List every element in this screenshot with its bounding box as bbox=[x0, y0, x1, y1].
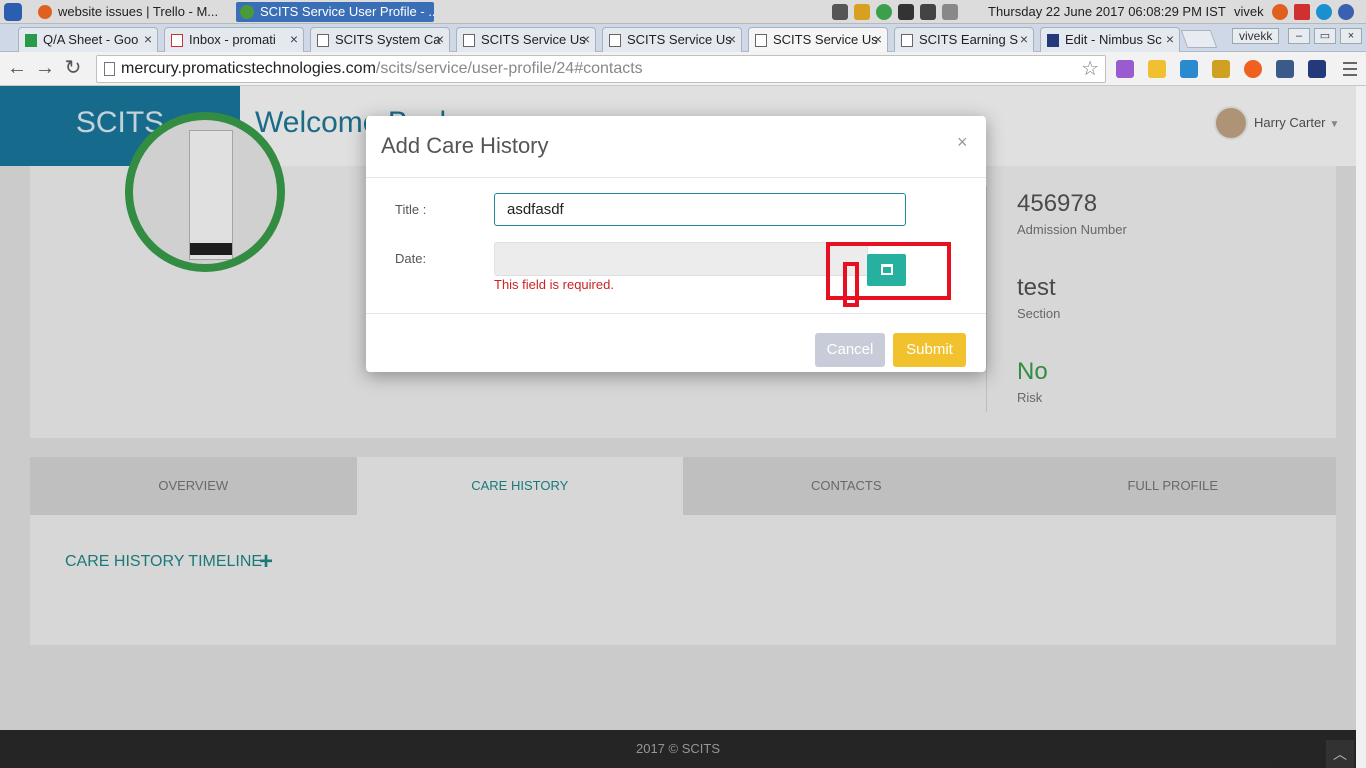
taskbar-item-label: SCITS Service User Profile - ... bbox=[260, 4, 434, 19]
browser-tab-label: SCITS System Ca bbox=[335, 32, 441, 47]
title-input[interactable] bbox=[494, 193, 906, 226]
browser-toolbar: ← → ↻ mercury.promaticstechnologies.com/… bbox=[0, 52, 1366, 86]
browser-tab-active[interactable]: SCITS Service Us × bbox=[748, 27, 888, 52]
browser-tab-strip: Q/A Sheet - Goo × Inbox - promati × SCIT… bbox=[0, 24, 1366, 52]
lifebuoy-extension-icon[interactable] bbox=[1244, 60, 1262, 78]
page-icon bbox=[104, 62, 115, 76]
browser-tab-label: SCITS Service Us bbox=[773, 32, 878, 47]
url-path: /scits/service/user-profile/24#contacts bbox=[375, 60, 643, 77]
os-top-panel: website issues | Trello - M... SCITS Ser… bbox=[0, 0, 1366, 24]
close-icon[interactable]: × bbox=[874, 31, 882, 47]
url-host: mercury.promaticstechnologies.com bbox=[121, 60, 376, 77]
tray-apps bbox=[1272, 4, 1354, 20]
app-launcher-icon[interactable] bbox=[4, 3, 22, 21]
viber-icon[interactable] bbox=[1338, 4, 1354, 20]
taskbar-item-trello[interactable]: website issues | Trello - M... bbox=[34, 2, 230, 22]
browser-tab[interactable]: SCITS System Ca × bbox=[310, 27, 450, 52]
system-tray bbox=[832, 4, 958, 20]
nimbus-icon bbox=[1047, 34, 1059, 47]
drive-icon[interactable] bbox=[942, 4, 958, 20]
browser-tab[interactable]: Inbox - promati × bbox=[164, 27, 304, 52]
firefox-icon bbox=[38, 5, 52, 19]
gmail-icon bbox=[171, 34, 183, 47]
browser-tab-label: Inbox - promati bbox=[189, 32, 276, 47]
gear-extension-icon[interactable] bbox=[1276, 60, 1294, 78]
notes-extension-icon[interactable] bbox=[1148, 60, 1166, 78]
scrollbar[interactable] bbox=[1356, 86, 1366, 768]
forward-icon[interactable]: → bbox=[34, 58, 56, 80]
modal-footer-divider bbox=[366, 313, 986, 314]
cancel-button[interactable]: Cancel bbox=[815, 333, 885, 367]
mail-icon[interactable] bbox=[920, 4, 936, 20]
page-icon bbox=[463, 34, 475, 47]
google-plus-icon[interactable] bbox=[1294, 4, 1310, 20]
page-icon bbox=[317, 34, 329, 47]
browser-tab[interactable]: SCITS Earning S × bbox=[894, 27, 1034, 52]
nimbus-extension-icon[interactable] bbox=[1308, 60, 1326, 78]
close-icon[interactable]: × bbox=[1020, 31, 1028, 47]
taskbar-item-label: website issues | Trello - M... bbox=[58, 4, 219, 19]
star-icon[interactable] bbox=[854, 4, 870, 20]
browser-profile-badge[interactable]: vivekk bbox=[1232, 28, 1280, 44]
close-icon[interactable]: × bbox=[1166, 31, 1174, 47]
modal-header: Add Care History × bbox=[366, 116, 986, 178]
close-icon[interactable]: × bbox=[728, 31, 736, 47]
close-icon[interactable]: × bbox=[582, 31, 590, 47]
date-label: Date: bbox=[395, 251, 427, 266]
title-label: Title : bbox=[395, 202, 427, 217]
skype-icon[interactable] bbox=[1316, 4, 1332, 20]
submit-button[interactable]: Submit bbox=[893, 333, 966, 367]
page-icon bbox=[755, 34, 767, 47]
browser-tab-label: SCITS Service Us bbox=[627, 32, 732, 47]
reload-icon[interactable]: ↻ bbox=[62, 58, 84, 80]
close-icon[interactable]: × bbox=[436, 31, 444, 47]
browser-tab[interactable]: Edit - Nimbus Sc × bbox=[1040, 27, 1180, 52]
os-user-name[interactable]: vivek bbox=[1234, 0, 1264, 24]
bookmark-star-icon[interactable]: ☆ bbox=[1081, 56, 1099, 82]
minimize-icon[interactable]: – bbox=[1288, 28, 1310, 44]
browser-tab[interactable]: SCITS Service Us × bbox=[602, 27, 742, 52]
fi-extension-icon[interactable] bbox=[1180, 60, 1198, 78]
taskbar-item-scits[interactable]: SCITS Service User Profile - ... bbox=[236, 2, 434, 22]
date-input[interactable] bbox=[494, 242, 868, 276]
new-tab-button[interactable] bbox=[1180, 30, 1218, 48]
modal-title: Add Care History bbox=[381, 133, 549, 158]
page-icon bbox=[901, 34, 913, 47]
browser-tab-label: SCITS Earning S bbox=[919, 32, 1018, 47]
browser-tab-label: Edit - Nimbus Sc bbox=[1065, 32, 1162, 47]
browser-tab[interactable]: SCITS Service Us × bbox=[456, 27, 596, 52]
close-icon[interactable]: × bbox=[144, 31, 152, 47]
chrome-icon bbox=[240, 5, 254, 19]
sheets-icon bbox=[25, 34, 37, 47]
browser-tab[interactable]: Q/A Sheet - Goo × bbox=[18, 27, 158, 52]
back-icon[interactable]: ← bbox=[6, 58, 28, 80]
annotation-cursor-marker bbox=[843, 262, 859, 307]
network-icon[interactable] bbox=[898, 4, 914, 20]
browser-tab-label: Q/A Sheet - Goo bbox=[43, 32, 139, 47]
close-window-icon[interactable]: × bbox=[1340, 28, 1362, 44]
wallet-extension-icon[interactable] bbox=[1212, 60, 1230, 78]
system-clock[interactable]: Thursday 22 June 2017 06:08:29 PM IST bbox=[988, 0, 1226, 24]
check-icon[interactable] bbox=[876, 4, 892, 20]
feather-extension-icon[interactable] bbox=[1116, 60, 1134, 78]
close-icon[interactable]: × bbox=[290, 31, 298, 47]
firefox-icon[interactable] bbox=[1272, 4, 1288, 20]
notes-icon[interactable] bbox=[832, 4, 848, 20]
page-icon bbox=[609, 34, 621, 47]
close-icon[interactable]: × bbox=[957, 132, 968, 153]
restore-icon[interactable]: ▭ bbox=[1314, 28, 1336, 44]
browser-tab-label: SCITS Service Us bbox=[481, 32, 586, 47]
date-error-message: This field is required. bbox=[494, 277, 614, 292]
browser-menu-icon[interactable] bbox=[1340, 58, 1360, 80]
address-bar[interactable]: mercury.promaticstechnologies.com/scits/… bbox=[96, 55, 1106, 83]
